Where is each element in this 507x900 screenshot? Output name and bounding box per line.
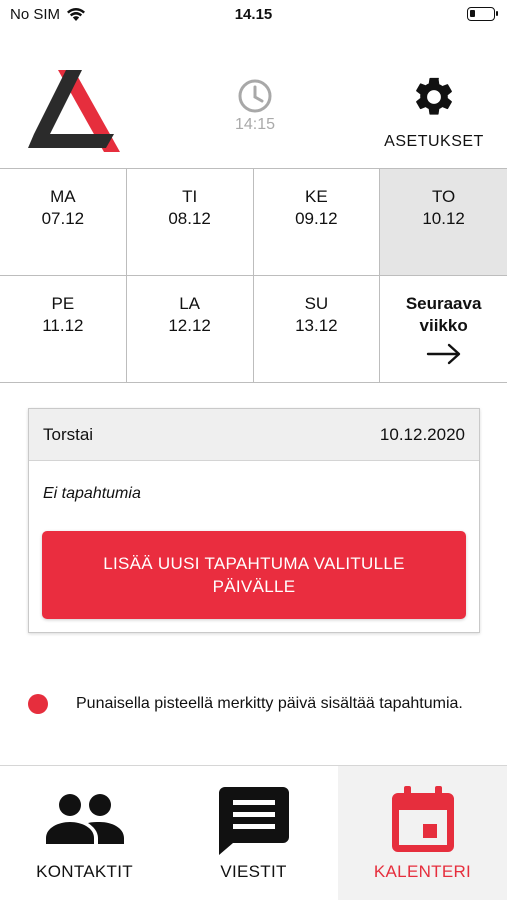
calendar-icon [391, 786, 454, 852]
clock-time: 14:15 [234, 116, 276, 133]
messages-icon [218, 787, 289, 855]
day-cell-thursday[interactable]: TO 10.12 [380, 169, 507, 276]
status-bar: No SIM 14.15 [0, 0, 507, 30]
clock-icon [238, 79, 272, 113]
contacts-icon [45, 794, 124, 844]
day-date: 08.12 [168, 209, 211, 228]
day-date: 13.12 [295, 315, 338, 335]
day-cell-sunday[interactable]: SU 13.12 [253, 275, 381, 382]
day-cell-friday[interactable]: PE 11.12 [0, 275, 127, 382]
clock: 14:15 [225, 78, 285, 134]
gear-icon [416, 77, 452, 115]
app-header: 14:15 ASETUKSET [0, 60, 507, 155]
settings-label: ASETUKSET [384, 133, 484, 150]
add-event-label-line1: LISÄÄ UUSI TAPAHTUMA VALITULLE [103, 554, 405, 573]
tab-calendar-label: KALENTERI [373, 862, 472, 881]
day-weekday: TI [182, 187, 198, 206]
red-dot-icon [28, 694, 48, 714]
legend-text: Punaisella pisteellä merkitty päivä sisä… [76, 695, 463, 712]
day-weekday: LA [179, 293, 201, 313]
day-weekday: TO [431, 187, 456, 206]
add-event-label-line2: PÄIVÄLLE [212, 577, 296, 596]
day-date: 09.12 [295, 209, 338, 228]
day-weekday: PE [51, 293, 75, 313]
app-logo [28, 70, 120, 152]
no-events-text: Ei tapahtumia [43, 485, 141, 502]
tab-messages[interactable]: VIESTIT [169, 766, 338, 900]
tab-bar: KONTAKTIT VIESTIT KALENTERI [0, 765, 507, 900]
next-week-label-line1: Seuraava [405, 293, 482, 313]
status-time: 14.15 [234, 6, 273, 23]
day-date: 11.12 [42, 315, 84, 335]
week-grid: MA 07.12 TI 08.12 KE 09.12 TO 10.12 PE 1… [0, 168, 507, 383]
day-weekday: KE [305, 187, 328, 206]
next-week-label-line2: viikko [419, 315, 468, 335]
day-cell-saturday[interactable]: LA 12.12 [126, 275, 254, 382]
selected-day-name: Torstai [43, 424, 94, 444]
legend: Punaisella pisteellä merkitty päivä sisä… [28, 692, 478, 715]
day-date: 07.12 [41, 209, 85, 228]
day-cell-monday[interactable]: MA 07.12 [0, 169, 127, 276]
day-weekday: MA [50, 187, 76, 206]
day-weekday: SU [304, 293, 329, 313]
day-date: 10.12 [422, 209, 465, 228]
next-week-button[interactable]: Seuraava viikko [380, 275, 507, 382]
event-card: Torstai 10.12.2020 Ei tapahtumia LISÄÄ U… [28, 408, 480, 633]
battery-icon [467, 7, 498, 21]
settings-button[interactable]: ASETUKSET [375, 74, 493, 151]
arrow-right-icon [426, 343, 460, 364]
tab-contacts-label: KONTAKTIT [36, 862, 133, 881]
card-header: Torstai 10.12.2020 [29, 409, 479, 461]
day-cell-wednesday[interactable]: KE 09.12 [253, 169, 381, 276]
day-date: 12.12 [168, 315, 211, 335]
tab-calendar[interactable]: KALENTERI [338, 766, 507, 900]
tab-messages-label: VIESTIT [220, 862, 287, 881]
tab-contacts[interactable]: KONTAKTIT [0, 766, 169, 900]
add-event-button[interactable]: LISÄÄ UUSI TAPAHTUMA VALITULLE PÄIVÄLLE [42, 531, 466, 619]
selected-date: 10.12.2020 [379, 424, 465, 444]
day-cell-tuesday[interactable]: TI 08.12 [126, 169, 254, 276]
